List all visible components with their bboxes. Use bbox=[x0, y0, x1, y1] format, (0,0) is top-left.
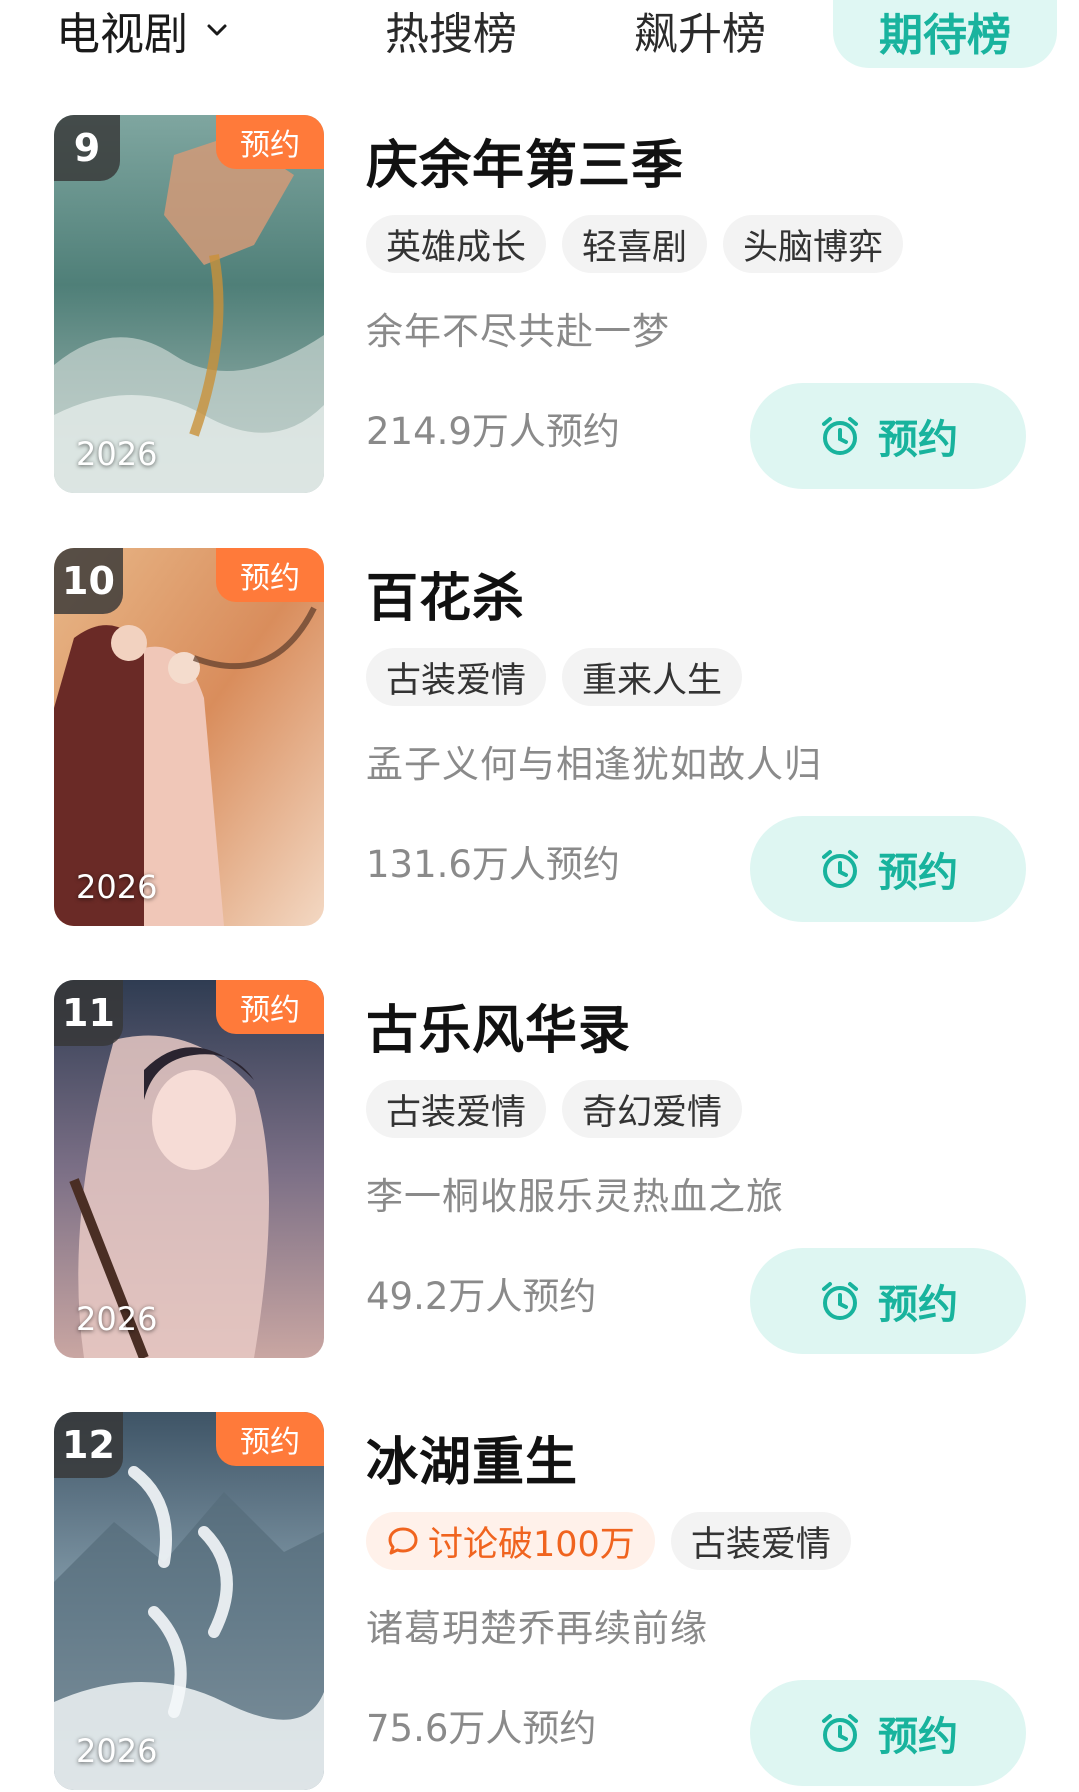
tag-list: 古装爱情 奇幻爱情 bbox=[366, 1080, 743, 1138]
discussion-hot-tag[interactable]: 讨论破100万 bbox=[366, 1512, 655, 1570]
rank-number: 10 bbox=[54, 548, 123, 614]
show-description: 余年不尽共赴一梦 bbox=[366, 310, 670, 353]
reserve-button[interactable]: 预约 bbox=[750, 383, 1026, 489]
list-item[interactable]: 9 预约 2026 庆余年第三季 英雄成长 轻喜剧 头脑博弈 余年不尽共赴一梦 … bbox=[0, 115, 1079, 495]
genre-tag[interactable]: 奇幻爱情 bbox=[562, 1080, 743, 1138]
show-description: 李一桐收服乐灵热血之旅 bbox=[366, 1175, 784, 1218]
reservation-count: 214.9万人预约 bbox=[366, 410, 620, 453]
tab-label: 期待榜 bbox=[879, 10, 1011, 61]
poster-image[interactable]: 10 预约 2026 bbox=[54, 548, 324, 926]
year-label: 2026 bbox=[76, 1300, 158, 1338]
year-label: 2026 bbox=[76, 868, 158, 906]
poster-image[interactable]: 12 预约 2026 bbox=[54, 1412, 324, 1790]
tab-label: 热搜榜 bbox=[385, 9, 517, 60]
reserve-button[interactable]: 预约 bbox=[750, 816, 1026, 922]
show-description: 孟子义何与相逢犹如故人归 bbox=[366, 743, 822, 786]
list-item[interactable]: 10 预约 2026 百花杀 古装爱情 重来人生 孟子义何与相逢犹如故人归 13… bbox=[0, 548, 1079, 928]
reserve-button[interactable]: 预约 bbox=[750, 1680, 1026, 1786]
genre-tag[interactable]: 古装爱情 bbox=[366, 648, 547, 706]
reserve-badge: 预约 bbox=[216, 1412, 324, 1466]
alarm-clock-icon bbox=[822, 850, 858, 888]
rank-number: 9 bbox=[54, 115, 120, 181]
year-label: 2026 bbox=[76, 1732, 158, 1770]
category-label: 电视剧 bbox=[56, 9, 188, 60]
alarm-clock-icon bbox=[822, 417, 858, 455]
show-description: 诸葛玥楚乔再续前缘 bbox=[366, 1607, 708, 1650]
year-label: 2026 bbox=[76, 435, 158, 473]
tag-list: 古装爱情 重来人生 bbox=[366, 648, 743, 706]
tag-list: 讨论破100万 古装爱情 bbox=[366, 1512, 851, 1570]
poster-image[interactable]: 11 预约 2026 bbox=[54, 980, 324, 1358]
chat-bubble-icon bbox=[388, 1527, 418, 1555]
reserve-badge: 预约 bbox=[216, 980, 324, 1034]
poster-image[interactable]: 9 预约 2026 bbox=[54, 115, 324, 493]
list-item[interactable]: 12 预约 2026 冰湖重生 讨论破100万 古装爱情 诸葛玥楚乔再续前缘 7… bbox=[0, 1412, 1079, 1792]
category-dropdown[interactable]: 电视剧 bbox=[56, 2, 228, 60]
genre-tag[interactable]: 英雄成长 bbox=[366, 215, 547, 273]
reserve-badge: 预约 bbox=[216, 115, 324, 169]
hot-tag-label: 讨论破100万 bbox=[428, 1524, 635, 1565]
reservation-count: 75.6万人预约 bbox=[366, 1707, 597, 1750]
list-item[interactable]: 11 预约 2026 古乐风华录 古装爱情 奇幻爱情 李一桐收服乐灵热血之旅 4… bbox=[0, 980, 1079, 1360]
reserve-button-label: 预约 bbox=[878, 417, 958, 463]
show-title[interactable]: 冰湖重生 bbox=[366, 1420, 578, 1495]
tab-rising[interactable]: 飙升榜 bbox=[634, 2, 766, 60]
genre-tag[interactable]: 重来人生 bbox=[562, 648, 743, 706]
alarm-clock-icon bbox=[822, 1282, 858, 1320]
genre-tag[interactable]: 古装爱情 bbox=[366, 1080, 547, 1138]
genre-tag[interactable]: 轻喜剧 bbox=[562, 215, 708, 273]
alarm-clock-icon bbox=[822, 1714, 858, 1752]
tag-list: 英雄成长 轻喜剧 头脑博弈 bbox=[366, 215, 904, 273]
genre-tag[interactable]: 头脑博弈 bbox=[723, 215, 904, 273]
tab-label: 飙升榜 bbox=[634, 9, 766, 60]
rank-number: 12 bbox=[54, 1412, 123, 1478]
genre-tag[interactable]: 古装爱情 bbox=[670, 1512, 851, 1570]
reserve-button-label: 预约 bbox=[878, 1282, 958, 1328]
reserve-button-label: 预约 bbox=[878, 1714, 958, 1760]
tab-anticipated[interactable]: 期待榜 bbox=[833, 0, 1057, 68]
ranking-tab-bar: 电视剧 热搜榜 飙升榜 期待榜 bbox=[0, 0, 1079, 80]
chevron-down-icon bbox=[207, 24, 227, 36]
reserve-badge: 预约 bbox=[216, 548, 324, 602]
reservation-count: 131.6万人预约 bbox=[366, 843, 620, 886]
reservation-count: 49.2万人预约 bbox=[366, 1275, 597, 1318]
show-title[interactable]: 百花杀 bbox=[366, 556, 525, 631]
show-title[interactable]: 庆余年第三季 bbox=[366, 123, 684, 198]
reserve-button-label: 预约 bbox=[878, 850, 958, 896]
reserve-button[interactable]: 预约 bbox=[750, 1248, 1026, 1354]
tab-hot-search[interactable]: 热搜榜 bbox=[385, 2, 517, 60]
rank-number: 11 bbox=[54, 980, 123, 1046]
show-title[interactable]: 古乐风华录 bbox=[366, 988, 631, 1063]
